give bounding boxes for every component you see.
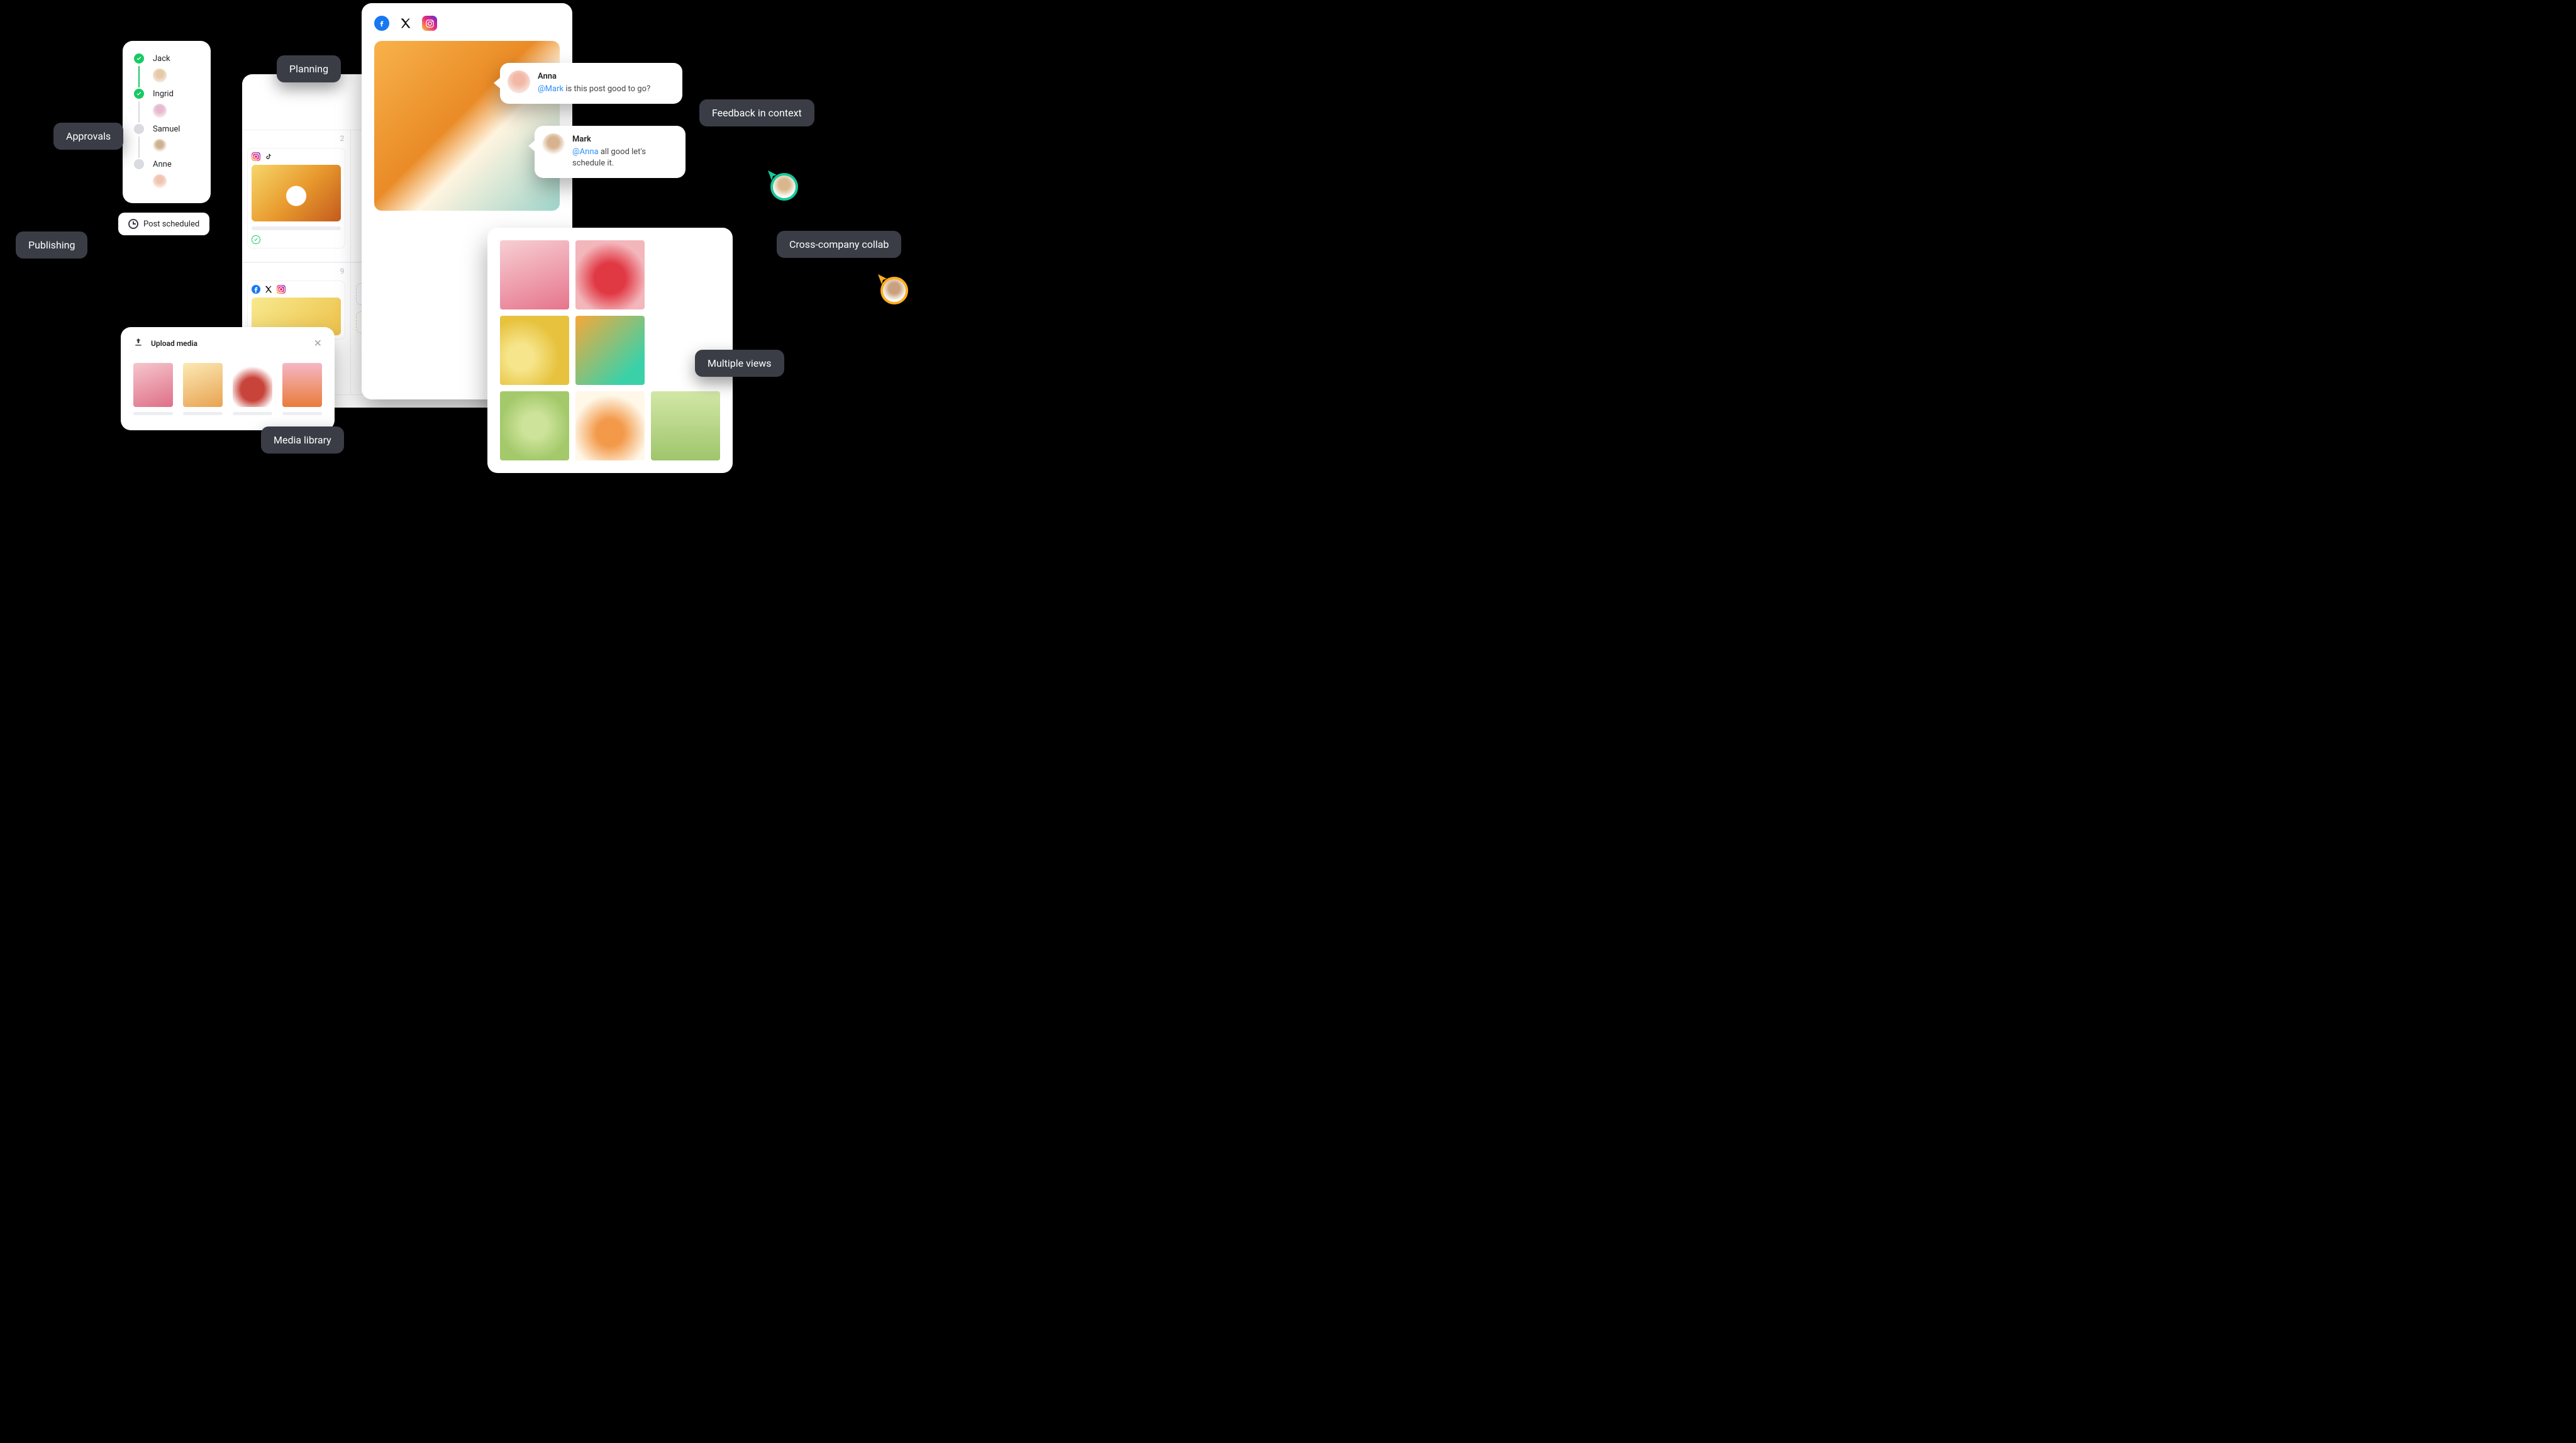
grid-tile[interactable] [575,240,645,309]
calendar-date: 2 [340,134,345,143]
approvals-card: Jack Ingrid Samuel Anne [123,41,211,203]
approval-name: Anne [153,160,172,169]
clock-icon [128,219,138,229]
comment-bubble[interactable]: Anna @Mark is this post good to go? [500,63,682,104]
comment-text: @Anna all good let's schedule it. [572,147,674,169]
tag-planning: Planning [277,55,341,82]
approval-item[interactable]: Anne [134,159,199,169]
preview-network-icons [374,16,560,31]
approval-item[interactable]: Ingrid [134,89,199,99]
grid-view-card [487,228,733,473]
avatar [153,139,167,153]
comment-author: Anna [538,72,671,81]
collab-cursor [770,173,798,201]
tag-approvals: Approvals [53,123,123,150]
tag-cross-company: Cross-company collab [777,231,901,258]
tag-feedback: Feedback in context [699,99,814,126]
close-icon[interactable]: ✕ [314,337,322,349]
upload-media-label: Upload media [151,339,197,348]
cursor-icon [877,273,889,286]
tag-media-library: Media library [261,426,344,454]
media-grid [500,240,720,460]
collab-cursor [880,277,908,304]
cursor-icon [767,169,779,182]
calendar-cell[interactable]: 2 [242,130,351,262]
post-scheduled-pill: Post scheduled [118,213,209,235]
tag-publishing: Publishing [16,231,87,259]
grid-tile[interactable] [500,240,569,309]
grid-tile[interactable] [575,316,645,385]
grid-tile-empty [651,240,720,309]
post-network-icons [252,285,341,294]
comment-author: Mark [572,135,674,144]
facebook-icon [252,285,260,294]
x-icon[interactable] [398,16,413,31]
avatar [153,69,167,82]
media-library-card: Upload media ✕ [121,327,335,430]
media-items-row [133,363,322,415]
tag-multiple-views: Multiple views [695,350,784,377]
instagram-icon[interactable] [422,16,437,31]
avatar [153,174,167,188]
post-scheduled-label: Post scheduled [143,220,199,229]
avatar [153,104,167,118]
approval-name: Ingrid [153,89,174,99]
approval-name: Jack [153,54,170,64]
caption-placeholder [252,226,341,230]
calendar-date: 9 [340,267,345,276]
check-icon [134,89,144,99]
media-item[interactable] [233,363,272,415]
avatar [542,133,565,156]
approval-item[interactable]: Samuel [134,124,199,134]
grid-tile[interactable] [575,391,645,460]
approval-name: Samuel [153,125,180,134]
post-media-image [252,165,341,221]
comment-bubble[interactable]: Mark @Anna all good let's schedule it. [535,126,686,178]
media-item[interactable] [183,363,223,415]
media-item[interactable] [133,363,173,415]
grid-tile[interactable] [500,391,569,460]
comment-text: @Mark is this post good to go? [538,84,671,95]
check-icon [252,235,260,244]
post-network-icons [252,152,341,161]
avatar [508,70,530,93]
media-item[interactable] [282,363,322,415]
tiktok-icon [264,152,273,161]
instagram-icon [252,152,260,161]
upload-icon[interactable] [133,337,143,349]
check-icon [134,53,144,64]
x-icon [264,285,273,294]
pending-icon [134,159,144,169]
grid-tile[interactable] [651,391,720,460]
pending-icon [134,124,144,134]
grid-tile[interactable] [500,316,569,385]
instagram-icon [277,285,286,294]
post-thumbnail[interactable] [247,148,345,248]
approval-item[interactable]: Jack [134,53,199,64]
facebook-icon[interactable] [374,16,389,31]
